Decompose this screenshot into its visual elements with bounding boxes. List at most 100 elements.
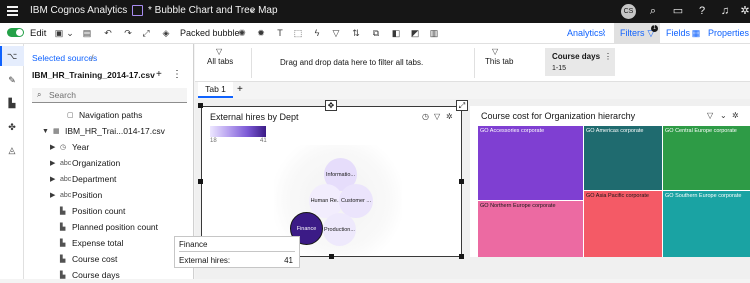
bubble[interactable]: Production... (323, 213, 356, 246)
notification-icon[interactable]: ♫ (718, 4, 732, 18)
resize-handle[interactable] (198, 179, 203, 184)
clock-icon[interactable]: ◷ (422, 112, 429, 121)
bubble-chart-widget[interactable]: External hires by Dept 18 41 ◷ ▽ ✲ Infor… (201, 106, 462, 257)
divider (251, 48, 252, 78)
filter-drop-hint[interactable]: Drag and drop data here to filter all ta… (280, 58, 423, 67)
treemap-tile[interactable]: GO Northern Europe corporate (478, 201, 583, 257)
measure-icon: ▙ (60, 208, 66, 215)
filters-tab[interactable]: Filters (620, 28, 645, 38)
tree-item[interactable]: ▶ abc Department (24, 172, 194, 187)
chat-icon[interactable]: ▭ (671, 4, 685, 18)
tree-item[interactable]: ▶ abc Organization (24, 156, 194, 171)
filter-icon[interactable]: ▽ (330, 27, 342, 39)
filter-icon: ▽ (492, 47, 499, 56)
chevron-down-icon[interactable]: ⌄ (64, 27, 76, 39)
edit-toggle[interactable] (7, 28, 24, 37)
breadcrumb[interactable]: Selected sources (32, 53, 97, 63)
treemap-tile[interactable]: GO Central Europe corporate (663, 126, 750, 190)
search-icon[interactable]: ⌕ (646, 4, 660, 18)
select-icon[interactable]: ⬚ (292, 27, 304, 39)
add-source-icon[interactable]: + (156, 69, 162, 80)
layers-icon[interactable]: ◩ (409, 27, 421, 39)
undo-icon[interactable]: ↶ (102, 27, 114, 39)
chevron-right-icon[interactable]: ▶ (50, 156, 55, 171)
tree-item[interactable]: ▙ Course days (24, 268, 194, 283)
chevron-down-icon[interactable]: ▼ (42, 124, 49, 139)
filters-count-badge: 1 (651, 25, 658, 32)
viz-type-icon[interactable]: ◈ (160, 27, 172, 39)
data-sources-icon[interactable]: ⌥ (6, 50, 18, 62)
tree-item[interactable]: ▶ abc Position (24, 188, 194, 203)
tree-item[interactable]: ▙ Expense total (24, 236, 194, 251)
copy-icon[interactable]: ⧉ (370, 27, 382, 39)
sort-icon[interactable]: ⇅ (350, 27, 362, 39)
treemap-tile[interactable]: GO Asia Pacific corporate (584, 191, 662, 257)
insight-icon[interactable]: ϟ (311, 27, 323, 39)
search-input[interactable]: ⌕ Search (32, 88, 187, 103)
properties-tab[interactable]: Properties (708, 28, 749, 38)
help-icon[interactable]: ? (695, 4, 709, 18)
gear-icon[interactable]: ✲ (732, 111, 739, 120)
pin-icon[interactable]: ✎ (6, 74, 18, 86)
viz-type-label[interactable]: Packed bubble (180, 28, 240, 38)
divider (474, 48, 475, 78)
duplicate-icon[interactable]: ◧ (390, 27, 402, 39)
tree-item[interactable]: ▙ Course cost (24, 252, 194, 267)
resize-handle[interactable] (459, 254, 464, 259)
color-icon[interactable]: ✹ (255, 27, 267, 39)
redo-icon[interactable]: ↷ (122, 27, 134, 39)
shapes-icon[interactable]: ◬ (6, 144, 18, 156)
clock-icon: ◷ (60, 144, 67, 151)
visualizations-icon[interactable]: ▙ (6, 97, 18, 109)
tree-item[interactable]: ▶ ◷ Year (24, 140, 194, 155)
abc-icon: abc (60, 176, 72, 183)
widget-title: External hires by Dept (210, 112, 299, 122)
resize-handle[interactable] (459, 179, 464, 184)
filter-band: ▽ All tabs Drag and drop data here to fi… (195, 44, 750, 82)
left-rail: ⌥ ✎ ▙ ✤ ◬ (0, 44, 24, 279)
avatar[interactable]: CS (621, 4, 636, 19)
measure-icon: ▙ (60, 224, 66, 231)
overflow-menu-icon[interactable]: ⋮ (172, 69, 182, 80)
tooltip: Finance External hires: 41 (174, 236, 300, 268)
document-title: * Bubble Chart and Tree Map (148, 5, 278, 16)
delete-icon[interactable]: ▥ (428, 27, 440, 39)
viz-settings-icon[interactable]: ✺ (236, 27, 248, 39)
paste-icon[interactable]: ▤ (81, 27, 93, 39)
resize-handle[interactable] (329, 254, 334, 259)
treemap-tile[interactable]: GO Southern Europe corporate (663, 191, 750, 257)
fields-tab[interactable]: Fields (666, 28, 690, 38)
tree-item[interactable]: ▙ Position count (24, 204, 194, 219)
chevron-right-icon[interactable]: ▶ (50, 172, 55, 187)
tree-item[interactable]: ▙ Planned position count (24, 220, 194, 235)
hamburger-menu-icon[interactable] (7, 6, 18, 16)
widgets-icon[interactable]: ✤ (6, 121, 18, 133)
filter-chip-course-days[interactable]: Course days 1-15 ⋮ (545, 48, 615, 76)
treemap-tile[interactable]: GO Americas corporate (584, 126, 662, 190)
expand-icon[interactable]: ⤢ (140, 27, 152, 39)
treemap-widget[interactable]: Course cost for Organization hierarchy ▽… (470, 106, 750, 257)
overflow-menu-icon[interactable]: ⋮ (604, 52, 612, 61)
filter-icon[interactable]: ▽ (434, 112, 440, 121)
chevron-down-icon[interactable]: ⌄ (248, 4, 256, 15)
tree-item[interactable]: ▢ Navigation paths (24, 108, 194, 123)
chevron-right-icon[interactable]: ▶ (50, 140, 55, 155)
tree-item[interactable]: ▼ ▦ IBM_HR_Trai...014-17.csv (24, 124, 194, 139)
tooltip-header: Finance (179, 240, 208, 249)
bee-icon[interactable]: ✲ (738, 4, 750, 18)
search-icon: ⌕ (37, 90, 42, 99)
add-tab-icon[interactable]: + (237, 84, 243, 95)
move-icon[interactable]: ✥ (325, 100, 337, 111)
dropdown-icon[interactable]: ⌄ (720, 111, 727, 120)
this-tab-label: This tab (485, 57, 514, 66)
text-icon[interactable]: T (274, 27, 286, 39)
filter-icon[interactable]: ▽ (707, 111, 713, 120)
measure-icon: ▙ (60, 272, 66, 279)
resize-handle[interactable] (198, 103, 203, 108)
tab-1[interactable]: Tab 1 (198, 82, 233, 98)
chevron-right-icon[interactable]: ▶ (50, 188, 55, 203)
maximize-icon[interactable]: ⤢ (456, 100, 468, 111)
filter-icon: ▽ (216, 47, 223, 56)
gear-icon[interactable]: ✲ (446, 112, 453, 121)
treemap-tile[interactable]: GO Accessories corporate (478, 126, 583, 200)
